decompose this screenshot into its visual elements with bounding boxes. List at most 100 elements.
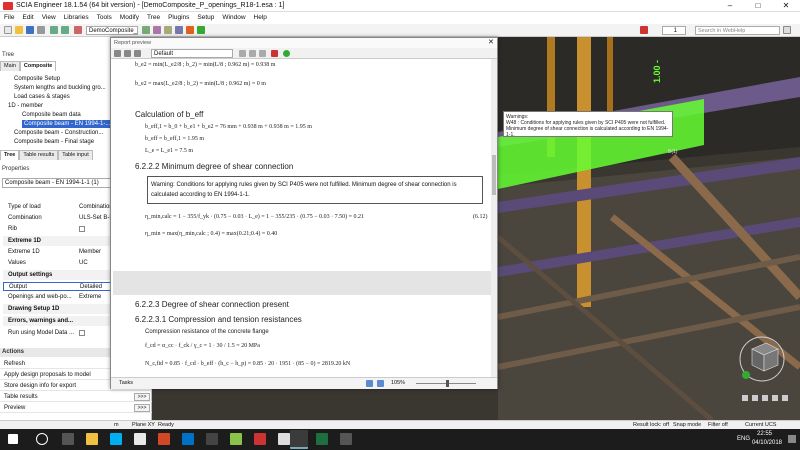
- project-selector[interactable]: DemoComposite_P: [86, 26, 138, 35]
- regenerate-icon[interactable]: [283, 50, 290, 57]
- tree-item-beam-en1994[interactable]: Composite beam - EN 1994-1-...: [22, 120, 113, 128]
- status-result-lock[interactable]: Result lock: off: [633, 421, 669, 429]
- file-explorer-icon[interactable]: [86, 433, 98, 445]
- menu-setup[interactable]: Setup: [193, 12, 218, 24]
- table-results-arrow-button[interactable]: >>>: [134, 393, 150, 401]
- redo-icon[interactable]: [61, 26, 69, 34]
- export-icon[interactable]: [259, 50, 266, 57]
- eq-reference: (6.12): [473, 214, 488, 220]
- picture-icon[interactable]: [164, 26, 172, 34]
- report-view-selector[interactable]: Default: [151, 49, 233, 58]
- search-icon[interactable]: [783, 26, 791, 34]
- stop-icon[interactable]: [271, 50, 278, 57]
- menu-modify[interactable]: Modify: [116, 12, 143, 24]
- menu-bar: File Edit View Libraries Tools Modify Tree Plug…: [0, 12, 800, 24]
- paint-icon[interactable]: [278, 433, 290, 445]
- tree-item-composite-setup[interactable]: Composite Setup: [14, 75, 60, 83]
- settings-icon[interactable]: [114, 50, 121, 57]
- scia-taskbar-button[interactable]: [290, 430, 308, 449]
- tab-table-input[interactable]: Table input: [58, 150, 93, 160]
- tree-item-1d-member[interactable]: 1D - member: [8, 102, 43, 110]
- close-button[interactable]: ✕: [772, 0, 800, 12]
- status-snap-mode[interactable]: Snap mode: [673, 421, 701, 429]
- gallery-icon[interactable]: [175, 26, 183, 34]
- zoom-slider-handle[interactable]: [446, 380, 449, 387]
- outlook-icon[interactable]: [182, 433, 194, 445]
- cortana-search-icon[interactable]: [36, 433, 48, 445]
- fit-page-icon[interactable]: [377, 380, 384, 387]
- report-close-button[interactable]: ✕: [488, 38, 494, 46]
- rib-checkbox[interactable]: [79, 226, 85, 232]
- language-indicator[interactable]: ENG: [737, 436, 750, 442]
- title-bar: SCIA Engineer 18.1.54 (64 bit version) -…: [0, 0, 800, 12]
- check-icon[interactable]: [197, 26, 205, 34]
- tree-item-beam-final[interactable]: Composite beam - Final stage: [14, 138, 94, 146]
- action-table-results[interactable]: Table results >>>: [0, 392, 152, 402]
- clock-time[interactable]: 22:55: [757, 431, 772, 437]
- fit-width-icon[interactable]: [366, 380, 373, 387]
- report-icon[interactable]: [153, 26, 161, 34]
- menu-file[interactable]: File: [0, 12, 18, 24]
- app-icon[interactable]: [206, 433, 218, 445]
- tab-tree[interactable]: Tree: [0, 150, 20, 160]
- taskbar: ENG 22:55 04/10/2018: [0, 429, 800, 450]
- status-filter[interactable]: Filter off: [708, 421, 728, 429]
- task-view-icon[interactable]: [62, 433, 74, 445]
- maximize-button[interactable]: □: [744, 0, 772, 12]
- nav-cube-axis-icon: [742, 371, 750, 379]
- menu-help[interactable]: Help: [250, 12, 271, 24]
- skype-icon[interactable]: [110, 433, 122, 445]
- two-pages-icon[interactable]: [249, 50, 256, 57]
- menu-tools[interactable]: Tools: [93, 12, 116, 24]
- print-icon[interactable]: [37, 26, 45, 34]
- tab-table-results[interactable]: Table results: [19, 150, 59, 160]
- store-icon[interactable]: [134, 433, 146, 445]
- menu-libraries[interactable]: Libraries: [60, 12, 93, 24]
- webhelp-search-input[interactable]: Search in WebHelp: [695, 26, 780, 35]
- color-icon[interactable]: [640, 26, 648, 34]
- new-icon[interactable]: [4, 26, 12, 34]
- windows-start-icon[interactable]: [8, 434, 18, 444]
- menu-edit[interactable]: Edit: [18, 12, 37, 24]
- tab-main[interactable]: Main: [0, 61, 20, 71]
- save-icon[interactable]: [26, 26, 34, 34]
- minimize-button[interactable]: –: [716, 0, 744, 12]
- undo-icon[interactable]: [50, 26, 58, 34]
- menu-plugins[interactable]: Plugins: [164, 12, 193, 24]
- clock-date[interactable]: 04/10/2018: [752, 440, 782, 446]
- tree-item-system-lengths[interactable]: System lengths and buckling gro...: [14, 84, 106, 92]
- notifications-icon[interactable]: [788, 435, 796, 443]
- print-icon[interactable]: [134, 50, 141, 57]
- tab-composite[interactable]: Composite: [19, 61, 57, 71]
- scroll-thumb[interactable]: [492, 155, 496, 195]
- notepad-icon[interactable]: [230, 433, 242, 445]
- status-ucs[interactable]: Current UCS: [745, 421, 776, 429]
- open-icon[interactable]: [15, 26, 23, 34]
- acrobat-icon[interactable]: [254, 433, 266, 445]
- menu-tree[interactable]: Tree: [143, 12, 164, 24]
- status-plane[interactable]: Plane XY: [132, 421, 155, 429]
- preview-arrow-button[interactable]: >>>: [134, 404, 150, 412]
- calc-icon[interactable]: [142, 26, 150, 34]
- delete-icon[interactable]: [74, 26, 82, 34]
- menu-view[interactable]: View: [38, 12, 60, 24]
- heading-62231: 6.2.2.3.1 Compression and tension resist…: [135, 315, 302, 324]
- tree-item-beam-construction[interactable]: Composite beam - Construction...: [14, 129, 103, 137]
- spin-value-1[interactable]: 1: [662, 26, 686, 35]
- action-preview[interactable]: Preview >>>: [0, 403, 152, 413]
- status-unit: m: [114, 422, 119, 428]
- page-icon[interactable]: [239, 50, 246, 57]
- report-scrollbar[interactable]: [491, 59, 497, 377]
- run-checkbox[interactable]: [79, 330, 85, 336]
- calculator-icon[interactable]: [340, 433, 352, 445]
- table-icon[interactable]: [186, 26, 194, 34]
- refresh-icon[interactable]: [124, 50, 131, 57]
- excel-icon[interactable]: [316, 433, 328, 445]
- page-break: [113, 271, 491, 295]
- eq-beff1: b_eff,1 = b_0 + b_e1 + b_e2 = 76 mm + 0.…: [145, 124, 312, 130]
- menu-window[interactable]: Window: [218, 12, 249, 24]
- uc-value-label: 1.00 -: [652, 59, 662, 83]
- powerpoint-icon[interactable]: [158, 433, 170, 445]
- tree-item-beam-data[interactable]: Composite beam data: [22, 111, 81, 119]
- tree-item-load-cases[interactable]: Load cases & stages: [14, 93, 70, 101]
